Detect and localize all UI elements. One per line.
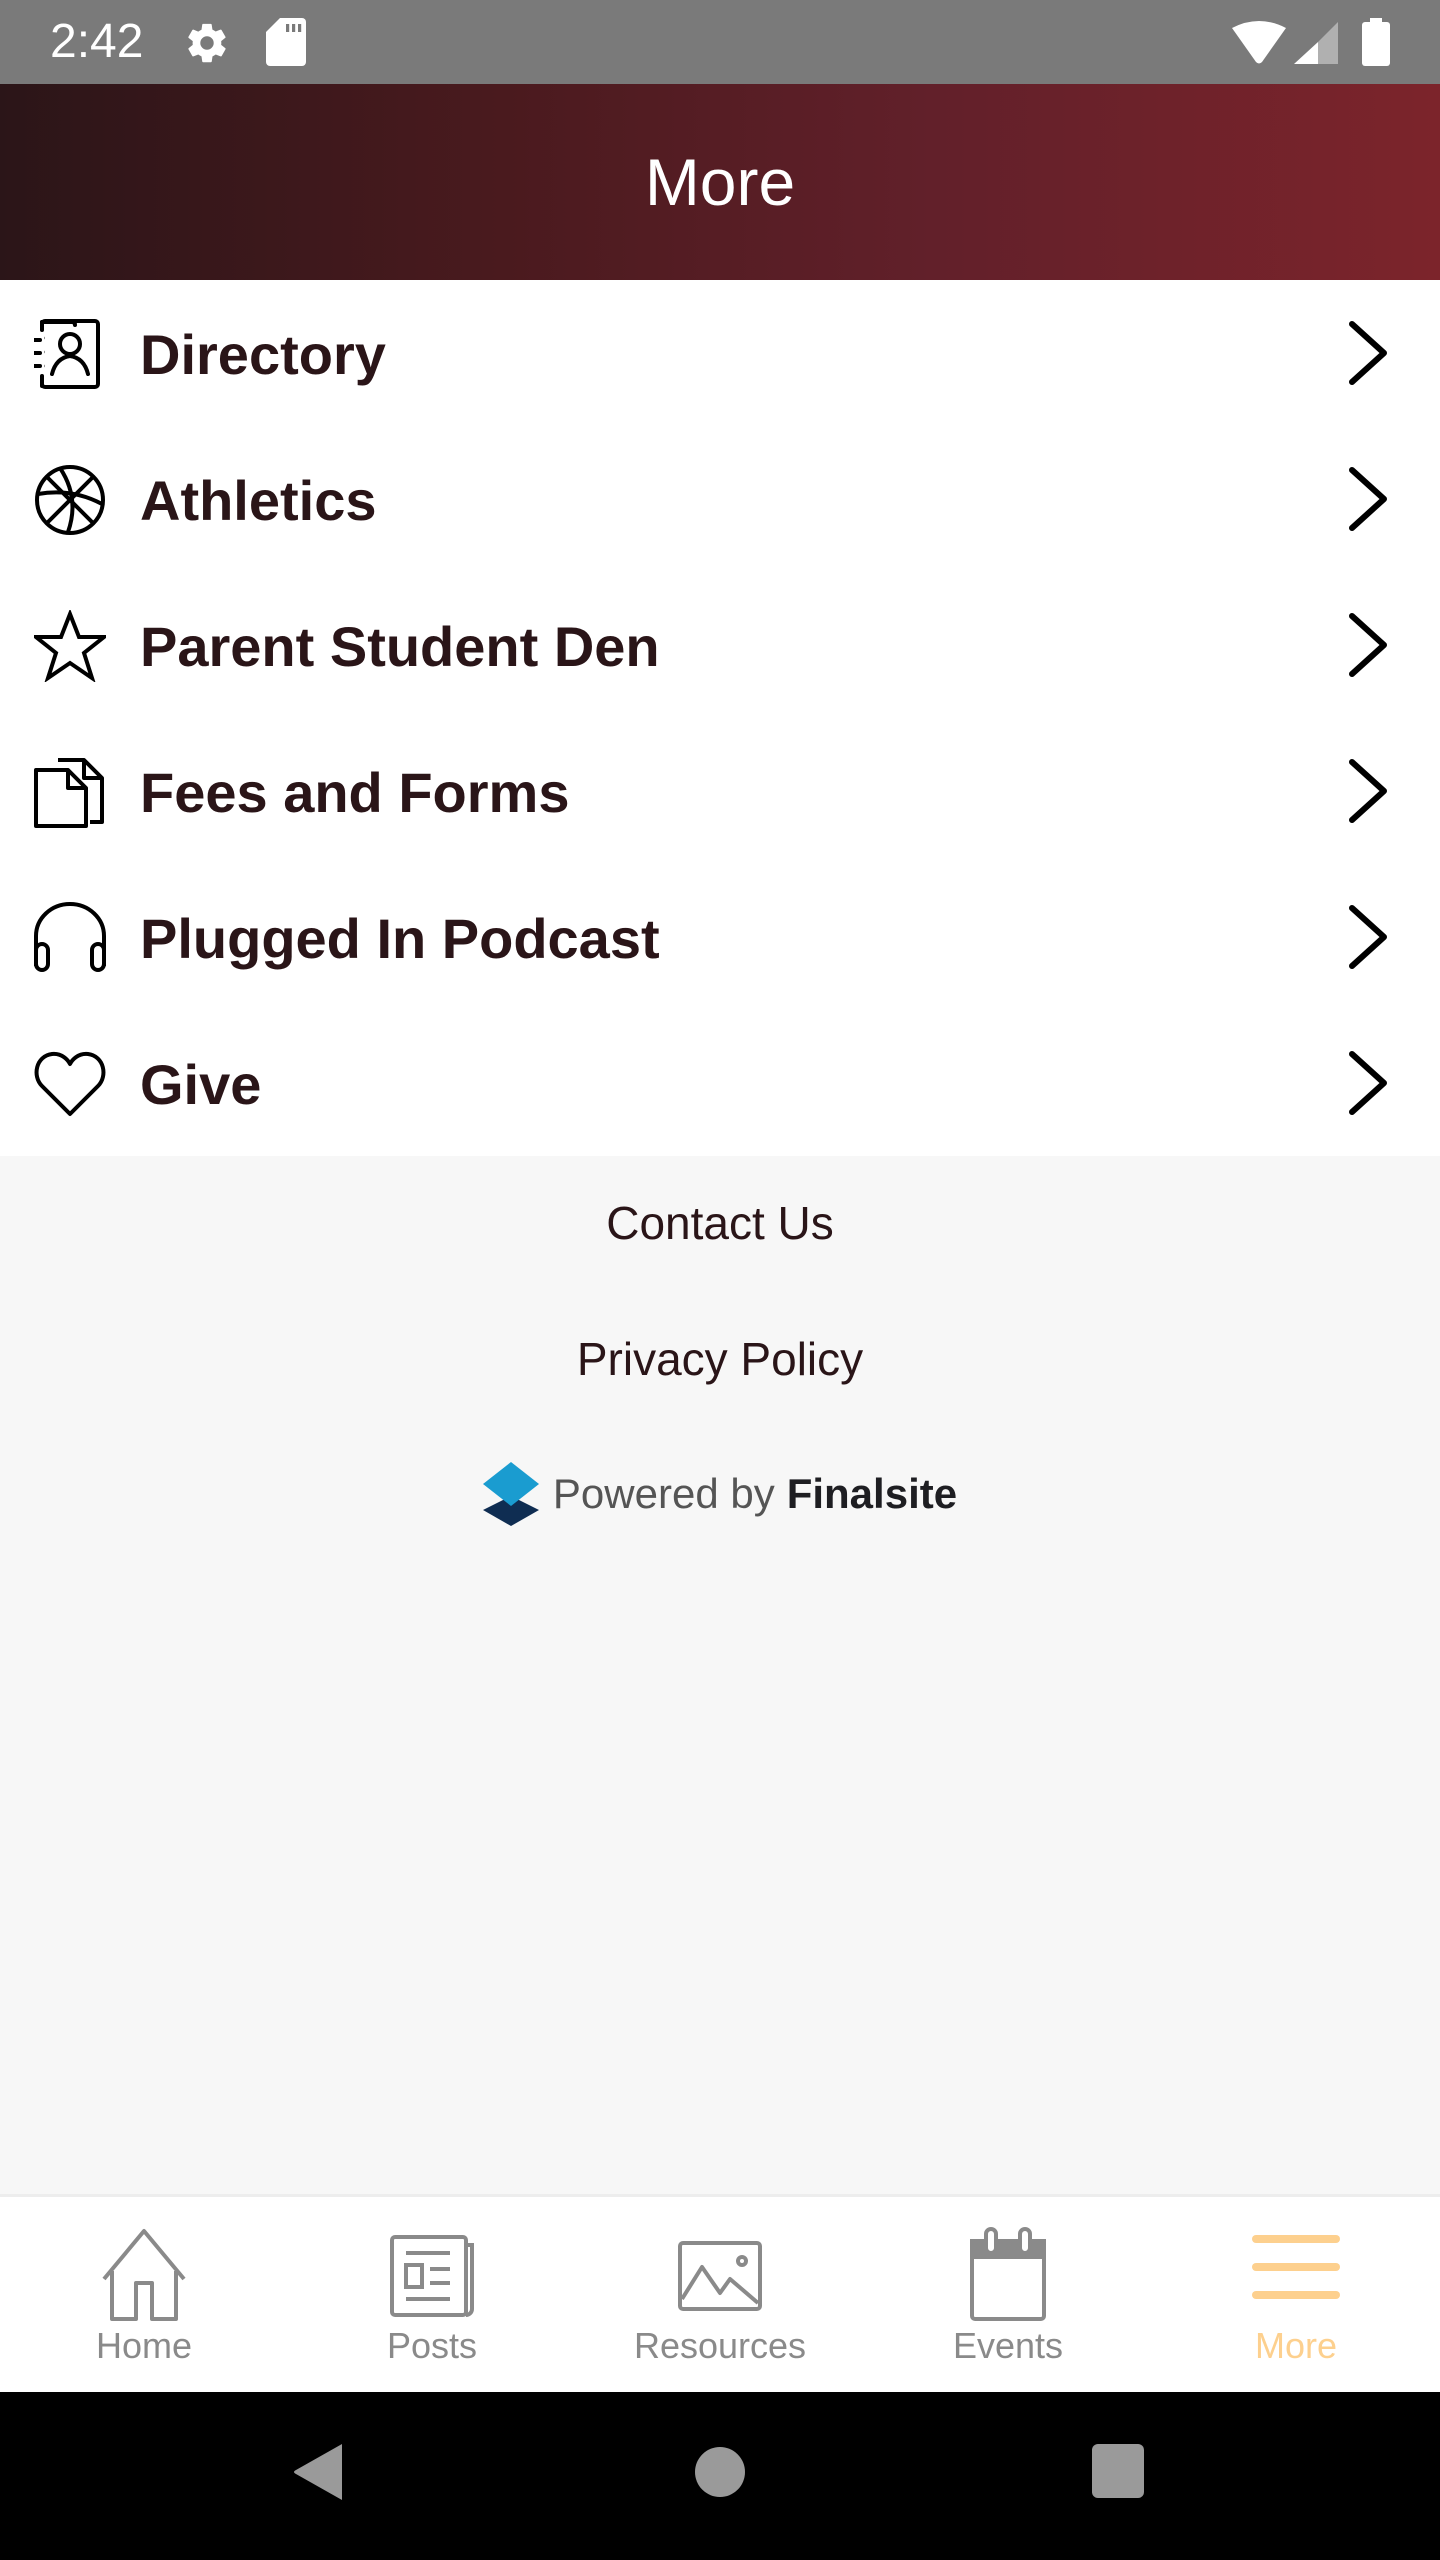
tab-more[interactable]: More <box>1152 2197 1440 2395</box>
tab-label: More <box>1254 2325 1338 2366</box>
powered-by-text: Powered by <box>552 1470 775 1517</box>
chevron-right-icon <box>1349 1051 1387 1115</box>
menu-item-athletics[interactable]: Athletics <box>0 426 1440 572</box>
powered-by-finalsite: Powered by Finalsite <box>0 1458 1440 1530</box>
back-icon[interactable] <box>290 2442 346 2502</box>
chevron-right-icon <box>1349 467 1387 531</box>
recents-icon[interactable] <box>1090 2442 1146 2502</box>
battery-icon <box>1362 18 1390 66</box>
documents-icon <box>34 758 104 828</box>
contact-us-link[interactable]: Contact Us <box>0 1196 1440 1250</box>
tab-label: Posts <box>386 2325 478 2366</box>
tab-resources[interactable]: Resources <box>576 2197 864 2395</box>
tab-events[interactable]: Events <box>864 2197 1152 2395</box>
chevron-right-icon <box>1349 759 1387 823</box>
tab-label: Home <box>95 2325 193 2366</box>
headphones-icon <box>34 902 106 972</box>
newspaper-icon <box>390 2235 474 2317</box>
menu-item-label: Parent Student Den <box>140 615 660 678</box>
menu-item-label: Plugged In Podcast <box>140 907 660 970</box>
menu-icon <box>1252 2235 1340 2299</box>
contact-book-icon <box>34 319 100 389</box>
tab-label: Events <box>952 2325 1064 2366</box>
menu-item-label: Directory <box>140 323 386 386</box>
privacy-policy-link[interactable]: Privacy Policy <box>0 1332 1440 1386</box>
menu-item-give[interactable]: Give <box>0 1010 1440 1156</box>
status-time: 2:42 <box>50 15 144 68</box>
settings-icon <box>188 23 226 63</box>
image-icon <box>678 2241 762 2311</box>
tab-home[interactable]: Home <box>0 2197 288 2395</box>
finalsite-logo-icon <box>482 1462 539 1526</box>
system-nav-bar <box>0 2392 1440 2560</box>
menu-item-fees-and-forms[interactable]: Fees and Forms <box>0 718 1440 864</box>
finalsite-brand: Finalsite <box>786 1470 958 1517</box>
chevron-right-icon <box>1349 321 1387 385</box>
menu-item-label: Fees and Forms <box>140 761 570 824</box>
heart-icon <box>34 1051 106 1116</box>
menu-item-plugged-in-podcast[interactable]: Plugged In Podcast <box>0 864 1440 1010</box>
page-title: More <box>644 145 796 219</box>
home-icon <box>102 2229 186 2321</box>
sd-card-icon <box>266 18 306 66</box>
wifi-icon <box>1232 21 1286 64</box>
tab-label: Resources <box>633 2325 807 2366</box>
menu-item-label: Athletics <box>140 469 377 532</box>
calendar-icon <box>970 2227 1046 2321</box>
menu-list: Directory Athletics Parent Student Den F… <box>0 280 1440 1156</box>
cell-signal-icon <box>1294 22 1338 64</box>
star-icon <box>34 610 106 682</box>
basketball-icon <box>35 465 105 535</box>
app-header: More <box>0 84 1440 280</box>
chevron-right-icon <box>1349 613 1387 677</box>
menu-item-directory[interactable]: Directory <box>0 280 1440 426</box>
status-bar: 2:42 <box>0 0 1440 84</box>
bottom-tab-bar: Home Posts Resources Events More <box>0 2194 1440 2395</box>
menu-item-parent-student-den[interactable]: Parent Student Den <box>0 572 1440 718</box>
chevron-right-icon <box>1349 905 1387 969</box>
menu-item-label: Give <box>140 1053 262 1116</box>
tab-posts[interactable]: Posts <box>288 2197 576 2395</box>
home-circle-icon[interactable] <box>694 2442 746 2502</box>
